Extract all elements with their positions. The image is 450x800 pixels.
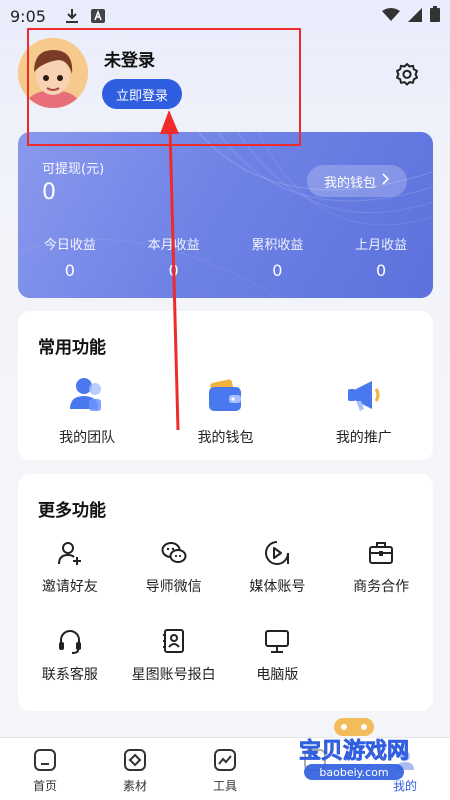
stat-today: 今日收益 0 <box>18 234 122 280</box>
more-functions-card: 更多功能 邀请好友 导师微信 媒体账号 商务合作 联系客服 星图账号报白 电脑版 <box>18 474 433 711</box>
login-button[interactable]: 立即登录 <box>102 79 182 109</box>
wallet-icon <box>209 379 242 411</box>
section-title: 常用功能 <box>38 338 106 358</box>
stat-label: 今日收益 <box>43 238 96 253</box>
contact-card-icon <box>162 629 184 653</box>
monitor-icon <box>265 630 290 653</box>
nav-home[interactable]: 首页 <box>0 738 90 800</box>
xingtu-whitelist-item[interactable]: 星图账号报白 <box>122 628 226 716</box>
material-icon <box>124 749 146 771</box>
profile-header: 未登录 立即登录 <box>18 38 438 118</box>
section-title: 更多功能 <box>38 501 106 521</box>
watermark-name: 宝贝游戏网 <box>299 738 409 764</box>
business-cooperation-item[interactable]: 商务合作 <box>329 540 433 628</box>
download-icon <box>64 8 80 24</box>
stat-label: 上月收益 <box>355 238 408 253</box>
home-icon <box>34 749 56 771</box>
media-account-item[interactable]: 媒体账号 <box>226 540 330 628</box>
nav-tools[interactable]: 工具 <box>180 738 270 800</box>
stat-total: 累积收益 0 <box>226 234 330 280</box>
status-bar: 9:05 <box>0 0 450 32</box>
contact-support-item[interactable]: 联系客服 <box>18 628 122 716</box>
username-label: 未登录 <box>104 51 155 71</box>
withdrawable-label: 可提现(元) <box>42 162 105 177</box>
stat-label: 本月收益 <box>147 238 200 253</box>
item-label: 我的团队 <box>59 430 116 446</box>
my-wallet-item[interactable]: 我的钱包 <box>156 375 294 447</box>
item-label: 媒体账号 <box>249 579 306 595</box>
status-time: 9:05 <box>10 6 46 26</box>
megaphone-icon <box>347 381 380 411</box>
invite-friends-item[interactable]: 邀请好友 <box>18 540 122 628</box>
watermark-domain: baobeiy.com <box>319 766 388 779</box>
signal-icon <box>408 7 422 26</box>
avatar[interactable] <box>18 38 88 108</box>
briefcase-icon <box>369 542 394 564</box>
wechat-icon <box>161 542 187 563</box>
settings-gear-icon[interactable] <box>394 62 420 88</box>
item-label: 我的钱包 <box>197 430 254 446</box>
item-label: 商务合作 <box>353 579 410 595</box>
watermark-logo: 宝贝游戏网 baobeiy.com <box>288 718 420 788</box>
item-label: 联系客服 <box>41 667 98 683</box>
stat-last-month: 上月收益 0 <box>329 234 433 280</box>
item-label: 我的推广 <box>335 430 392 446</box>
desktop-version-item[interactable]: 电脑版 <box>226 628 330 716</box>
chevron-right-icon <box>380 173 390 189</box>
my-team-item[interactable]: 我的团队 <box>18 375 156 447</box>
common-functions-card: 常用功能 我的团队 我的钱包 我的推广 <box>18 311 433 460</box>
my-wallet-button-label: 我的钱包 <box>323 175 376 191</box>
chart-icon <box>214 749 236 771</box>
withdrawable-amount: 0 <box>42 180 56 205</box>
wallet-card: 可提现(元) 0 我的钱包 今日收益 0 本月收益 0 累积收益 0 上月收益 … <box>18 132 433 298</box>
stat-value: 0 <box>64 261 75 280</box>
media-play-icon <box>265 541 290 565</box>
earnings-stats: 今日收益 0 本月收益 0 累积收益 0 上月收益 0 <box>18 234 433 280</box>
my-wallet-button[interactable]: 我的钱包 <box>307 165 407 197</box>
mentor-wechat-item[interactable]: 导师微信 <box>122 540 226 628</box>
nav-label: 工具 <box>212 779 237 793</box>
item-label: 导师微信 <box>145 579 202 595</box>
wifi-icon <box>382 7 400 26</box>
stat-value: 0 <box>376 261 387 280</box>
my-promotion-item[interactable]: 我的推广 <box>295 375 433 447</box>
item-label: 电脑版 <box>256 667 299 683</box>
nav-label: 首页 <box>32 779 57 793</box>
stat-label: 累积收益 <box>251 238 304 253</box>
headset-icon <box>58 630 81 654</box>
battery-icon <box>430 6 440 26</box>
stat-month: 本月收益 0 <box>122 234 226 280</box>
team-icon <box>70 378 102 411</box>
nav-label: 素材 <box>122 779 147 793</box>
stat-value: 0 <box>272 261 283 280</box>
nav-material[interactable]: 素材 <box>90 738 180 800</box>
item-label: 邀请好友 <box>41 579 98 595</box>
app-notification-icon <box>90 8 106 24</box>
item-label: 星图账号报白 <box>131 667 216 683</box>
stat-value: 0 <box>168 261 179 280</box>
empty-cell <box>329 628 433 716</box>
add-user-icon <box>57 542 81 565</box>
